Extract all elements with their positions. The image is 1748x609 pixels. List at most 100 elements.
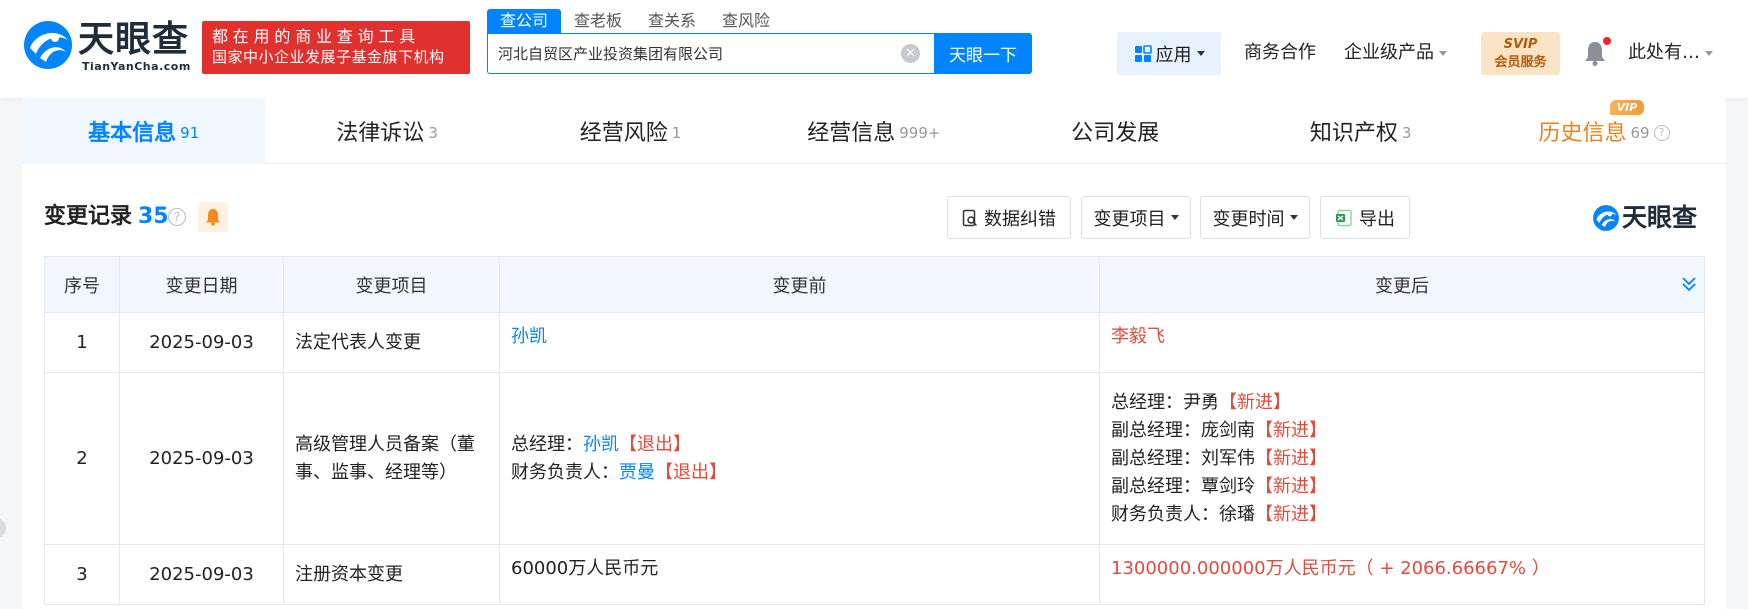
tab-risk[interactable]: 经营风险 1: [509, 98, 752, 164]
search-tab-company[interactable]: 查公司: [487, 9, 562, 33]
role-label: 财务负责人：: [1111, 503, 1219, 525]
tab-label: 历史信息: [1538, 121, 1627, 146]
top-header: 天眼查 TianYanCha.com 都在用的商业查询工具 国家中小企业发展子基…: [0, 0, 1748, 98]
app-menu-button[interactable]: 应用: [1117, 32, 1221, 75]
tab-count: 3: [428, 123, 438, 142]
notification-dot: [1603, 37, 1611, 45]
tab-label: 知识产权: [1309, 121, 1398, 146]
header-no: 序号: [44, 256, 120, 313]
table-row: 1 2025-09-03 法定代表人变更 孙凯 李毅飞: [44, 312, 1705, 373]
monitor-button[interactable]: [198, 202, 228, 232]
export-label: 导出: [1359, 208, 1395, 230]
brand-text: 天眼查: [1622, 203, 1698, 232]
logo-title: 天眼查: [78, 19, 190, 60]
nav-enterprise-products[interactable]: 企业级产品: [1344, 40, 1447, 66]
search-tab-boss[interactable]: 查老板: [561, 9, 635, 33]
change-item-label: 变更项目: [1093, 208, 1166, 230]
tab-legal[interactable]: 法律诉讼 3: [265, 98, 508, 164]
change-record-table: 序号 变更日期 变更项目 变更前 变更后 1 2025-09-03 法定代表人变…: [44, 256, 1705, 605]
help-icon[interactable]: ?: [1653, 124, 1670, 141]
tab-count: 999+: [899, 123, 941, 142]
notify-bell-icon: [206, 209, 220, 226]
slogan-line-1: 都在用的商业查询工具: [212, 27, 421, 46]
person-name: 徐璠: [1219, 503, 1255, 525]
search-box: ×: [487, 33, 934, 74]
data-correction-button[interactable]: 数据纠错: [947, 196, 1071, 239]
tab-history[interactable]: 历史信息 69?: [1482, 98, 1725, 164]
header-date[interactable]: 变更日期: [119, 256, 284, 313]
bell-icon[interactable]: [1584, 40, 1606, 66]
change-item-filter[interactable]: 变更项目: [1081, 196, 1191, 239]
svip-service-label: 会员服务: [1494, 55, 1547, 70]
chevron-down-icon: [1170, 215, 1179, 220]
row-no: 3: [44, 544, 120, 605]
search-button[interactable]: 天眼一下: [934, 33, 1032, 74]
site-logo[interactable]: 天眼查 TianYanCha.com: [22, 18, 190, 76]
changed-value[interactable]: 李毅飞: [1111, 326, 1165, 347]
search-tab-relation[interactable]: 查关系: [635, 9, 709, 33]
role-label: 财务负责人：: [511, 461, 619, 483]
row-before: 60000万人民币元: [499, 544, 1100, 605]
slogan-banner: 都在用的商业查询工具 国家中小企业发展子基金旗下机构: [202, 21, 470, 74]
header-item: 变更项目: [283, 256, 500, 313]
tab-count: 3: [1401, 123, 1412, 142]
excel-icon: [1336, 209, 1352, 226]
table-row: 2 2025-09-03 高级管理人员备案（董事、监事、经理等） 总经理：孙凯【…: [44, 372, 1705, 545]
user-menu[interactable]: 此处有…: [1628, 40, 1713, 66]
tab-operation[interactable]: 经营信息 999+: [752, 98, 995, 164]
list-item: 总经理：尹勇【新进】: [1111, 389, 1693, 417]
row-date: 2025-09-03: [119, 312, 284, 373]
list-item: 副总经理：庞剑南【新进】: [1111, 417, 1693, 445]
tab-label: 公司发展: [1071, 121, 1160, 146]
app-grid-icon: [1134, 44, 1152, 62]
search-clear-icon[interactable]: ×: [901, 44, 920, 63]
side-scroll-handle[interactable]: [0, 518, 6, 538]
tab-development[interactable]: 公司发展: [996, 98, 1239, 164]
search-tab-risk[interactable]: 查风险: [709, 9, 783, 33]
role-label: 副总经理：: [1111, 419, 1201, 441]
search-type-tabs: 查公司 查老板 查关系 查风险: [487, 9, 783, 33]
header-before: 变更前: [499, 256, 1100, 313]
header-after: 变更后: [1099, 256, 1705, 313]
change-tag: 【新进】: [1219, 391, 1291, 413]
tab-count: 69: [1630, 123, 1650, 142]
section-title: 变更记录: [44, 204, 133, 229]
change-time-filter[interactable]: 变更时间: [1200, 196, 1310, 239]
tab-basic-info[interactable]: 基本信息 91: [22, 98, 266, 164]
help-icon[interactable]: ?: [168, 208, 186, 226]
chevron-down-icon: [1196, 51, 1205, 56]
list-item: 副总经理：覃剑玲【新进】: [1111, 473, 1693, 501]
table-header-row: 序号 变更日期 变更项目 变更前 变更后: [44, 256, 1705, 313]
correct-icon: [962, 209, 978, 226]
row-date: 2025-09-03: [119, 372, 284, 545]
brand-watermark: 天眼查: [1592, 202, 1704, 234]
row-no: 1: [44, 312, 120, 373]
person-link[interactable]: 贾曼: [619, 462, 655, 483]
row-item: 高级管理人员备案（董事、监事、经理等）: [283, 372, 500, 545]
tab-label: 经营信息: [807, 121, 896, 146]
row-before: 孙凯: [499, 312, 1100, 373]
person-name: 庞剑南: [1201, 419, 1255, 441]
svip-label: SVIP: [1503, 37, 1538, 52]
data-correction-label: 数据纠错: [984, 208, 1056, 230]
export-button[interactable]: 导出: [1320, 196, 1410, 239]
list-item: 财务负责人：贾曼【退出】: [511, 459, 1088, 487]
role-label: 总经理：: [511, 433, 583, 455]
search-input[interactable]: [488, 34, 888, 72]
person-link[interactable]: 孙凯: [583, 434, 619, 455]
role-label: 副总经理：: [1111, 475, 1201, 497]
table-row: 3 2025-09-03 注册资本变更 60000万人民币元 1300000.0…: [44, 544, 1705, 605]
tab-ip[interactable]: 知识产权 3: [1239, 98, 1482, 164]
change-tag: 【退出】: [655, 461, 727, 483]
svip-member-button[interactable]: SVIP 会员服务: [1481, 32, 1560, 75]
expand-chevron-icon[interactable]: [1680, 274, 1698, 294]
tab-label: 法律诉讼: [336, 121, 425, 146]
person-link[interactable]: 孙凯: [511, 326, 547, 347]
nav-business-cooperation[interactable]: 商务合作: [1244, 40, 1316, 66]
tab-label: 经营风险: [579, 121, 668, 146]
person-name: 刘军伟: [1201, 447, 1255, 469]
app-menu-label: 应用: [1155, 44, 1192, 66]
tab-label: 基本信息: [88, 121, 177, 146]
vip-badge: VIP: [1610, 100, 1644, 115]
chevron-down-icon: [1705, 50, 1713, 56]
